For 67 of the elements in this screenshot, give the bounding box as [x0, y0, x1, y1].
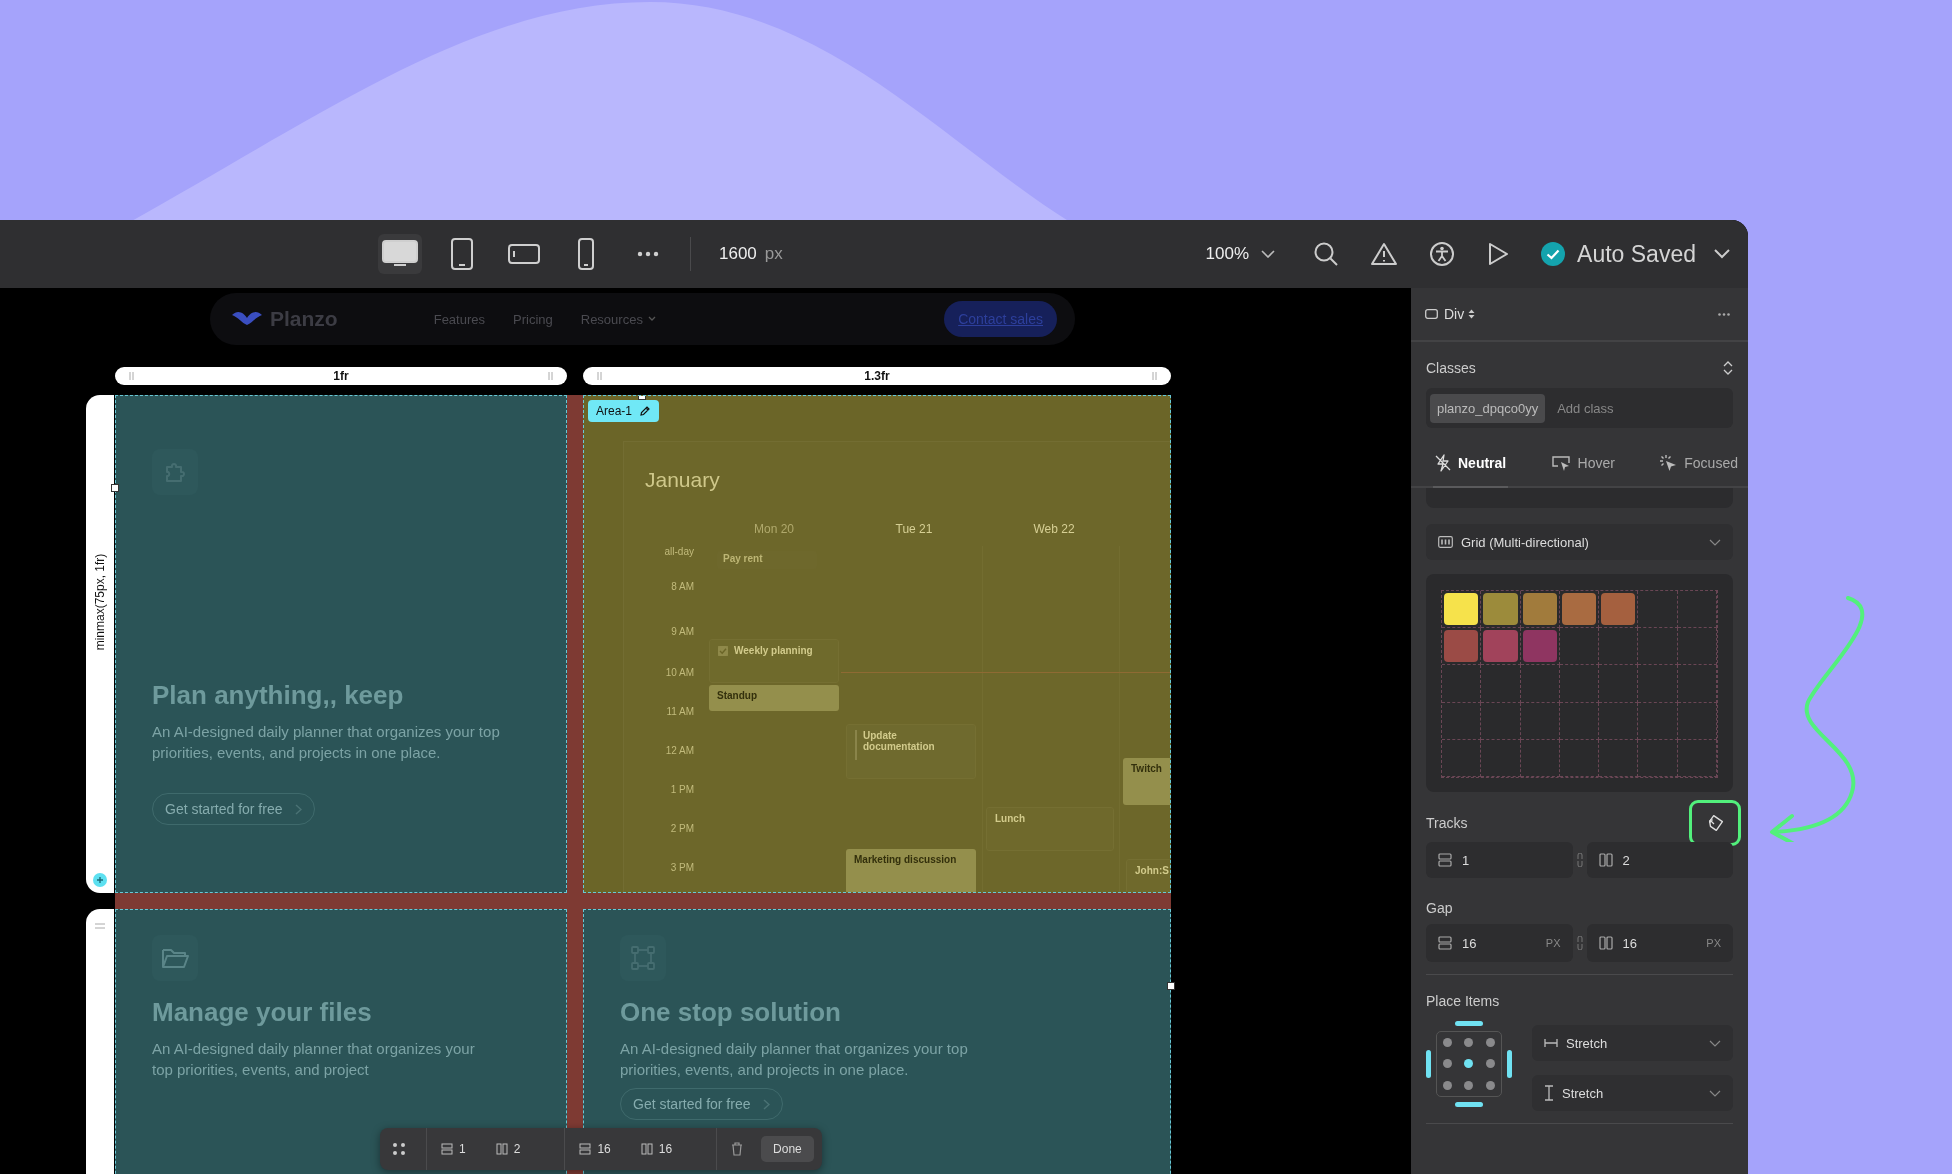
justify-dropdown[interactable]: Stretch [1532, 1025, 1733, 1061]
event-title: Weekly planning [734, 645, 813, 656]
unit-label: px [764, 244, 783, 264]
day-header: Web 22 [1032, 522, 1076, 536]
state-tab[interactable]: Hover [1548, 442, 1617, 488]
section-label: Classes [1426, 360, 1476, 376]
time-label: 1 PM [669, 784, 694, 795]
card-description: An AI-designed daily planner that organizes your top priorities, events, and projects in one place. [152, 722, 500, 763]
column-track-ruler[interactable]: 1.3fr [583, 367, 1171, 385]
time-label: 9 AM [670, 626, 694, 637]
align-dropdown[interactable]: Stretch [1532, 1075, 1733, 1111]
day-header: Mon 20 [753, 522, 795, 536]
time-label: 8 AM [670, 581, 694, 592]
area-tag[interactable]: Area-1 [588, 400, 660, 422]
track-size: 1fr [333, 369, 349, 383]
track-size: 1.3fr [864, 369, 890, 383]
row-count[interactable]: 1 [459, 1142, 466, 1156]
track-size: minmax(75px, 1fr) [93, 553, 107, 651]
time-label: 2 PM [669, 823, 694, 834]
calendar-event[interactable]: Standup [709, 685, 839, 711]
card-title: Plan anything,, keep [152, 680, 405, 711]
event-title: Pay rent [723, 553, 763, 564]
card-title: Manage your files [152, 997, 373, 1028]
row-gap-field[interactable]: 16 PX [1426, 924, 1573, 962]
column-gap-field[interactable]: 16 PX [1586, 924, 1733, 962]
section-label: Place Items [1426, 993, 1500, 1009]
calendar-event[interactable]: Weekly planning [709, 639, 839, 683]
section-label: Gap [1426, 900, 1453, 916]
element-type-dropdown[interactable]: Div [1444, 306, 1476, 322]
event-title: Twitch [1131, 763, 1162, 774]
calendar-event[interactable]: Update documentation [846, 724, 976, 779]
day-header: Tue 21 [894, 522, 934, 536]
calendar-event[interactable]: Twitch [1123, 758, 1170, 805]
row-count-field[interactable]: 1 [1426, 842, 1573, 878]
time-label: 3 PM [669, 862, 694, 873]
class-chip[interactable]: planzo_dpqco0yy [1430, 393, 1546, 423]
calendar-month: January [645, 468, 720, 492]
card-description: An AI-designed daily planner that organizes your top priorities, events, and project [152, 1039, 475, 1080]
event-title: Lunch [995, 813, 1025, 824]
class-field[interactable]: planzo_dpqco0yy Add class [1426, 388, 1733, 428]
done-button[interactable]: Done [761, 1136, 814, 1162]
state-tab[interactable]: Focused [1657, 442, 1740, 488]
grid-cell[interactable]: January Mon 20 Tue 21 Web 22 all-day 8 AM 9 AM 10 AM 11 AM 12 AM 1 PM 2 PM 3 PM Pay rent Weekly planning Standup Update documentation Twitch Lunch Marketing discussion John:S Area-1 [583, 395, 1171, 893]
event-title: Update documentation [863, 730, 936, 752]
display-dropdown[interactable]: Grid (Multi-directional) [1426, 524, 1733, 560]
save-status: Auto Saved [1577, 240, 1696, 268]
width-value[interactable]: 1600 [719, 244, 757, 264]
row-gap-value[interactable]: 16 [597, 1142, 611, 1156]
calendar-event[interactable]: Lunch [986, 807, 1114, 851]
calendar-event[interactable]: John:S [1126, 859, 1170, 892]
event-title: Marketing discussion [854, 854, 957, 865]
event-title: Standup [717, 690, 757, 701]
time-label: all-day [663, 546, 694, 557]
zoom-dropdown[interactable]: 100% [1205, 244, 1276, 264]
event-title: John:S [1135, 865, 1169, 876]
time-label: 10 AM [664, 667, 694, 678]
calendar-event[interactable]: Marketing discussion [846, 849, 976, 892]
card-description: An AI-designed daily planner that organizes your top priorities, events, and projects in one place. [620, 1039, 968, 1080]
section-label: Tracks [1426, 815, 1468, 831]
row-track-ruler[interactable]: minmax(75px, 1fr) [86, 395, 114, 893]
column-count-field[interactable]: 2 [1586, 842, 1733, 878]
column-track-ruler[interactable]: 1fr [115, 367, 567, 385]
column-gap-value[interactable]: 16 [658, 1142, 673, 1156]
time-label: 12 AM [664, 745, 694, 756]
card-title: One stop solution [620, 997, 842, 1028]
time-label: 11 AM [665, 706, 694, 717]
column-count[interactable]: 2 [513, 1142, 521, 1156]
